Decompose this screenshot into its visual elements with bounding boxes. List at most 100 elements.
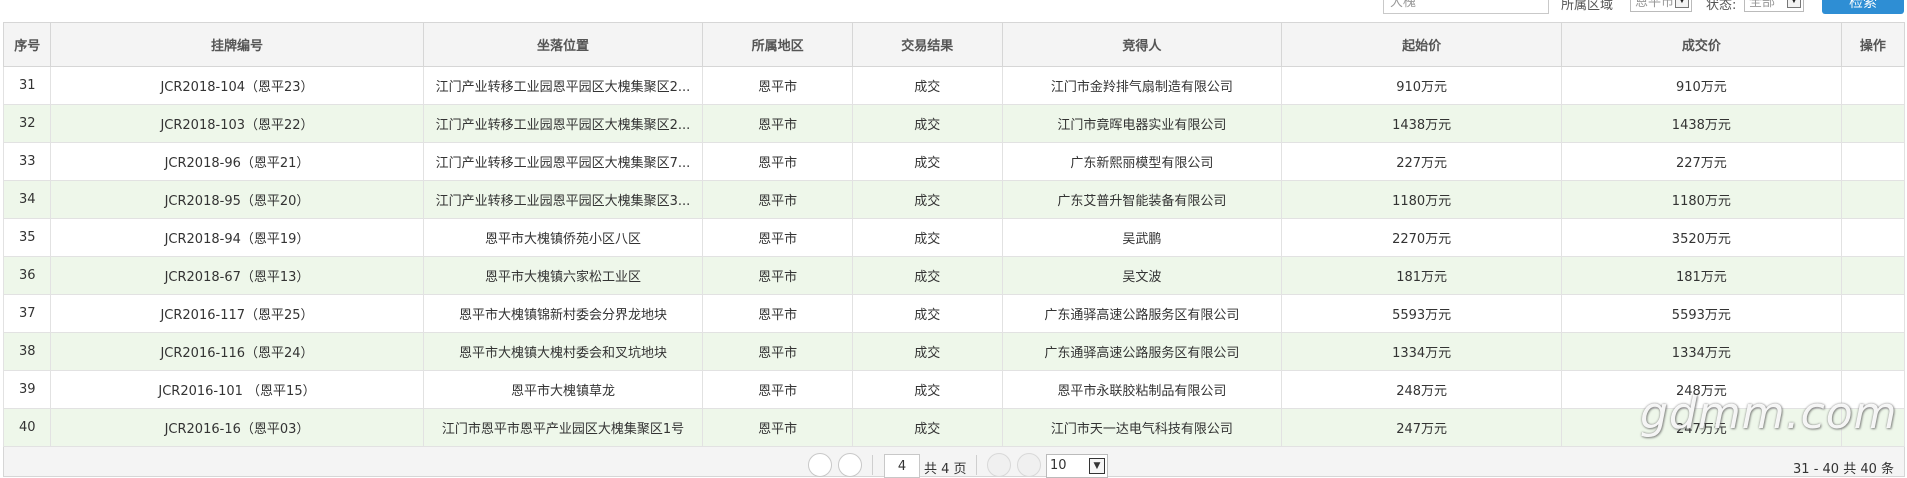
cell-area: 恩平市 (702, 180, 853, 219)
table-row[interactable]: 34 JCR2018-95（恩平20） 江门产业转移工业园恩平园区大槐集聚区3.… (2, 180, 1906, 219)
cell-location: 江门市恩平市恩平产业园区大槐集聚区1号 (422, 408, 704, 447)
cell-result: 成交 (851, 180, 1003, 219)
cell-action (1840, 66, 1906, 105)
cell-action (1840, 218, 1906, 257)
cell-start-price: 1180万元 (1281, 180, 1562, 219)
keyword-input[interactable] (1383, 0, 1549, 14)
page-size-value: 10 (1050, 458, 1067, 473)
cell-action (1840, 142, 1906, 181)
cell-start-price: 181万元 (1281, 256, 1562, 295)
cell-no: 39 (2, 370, 52, 409)
record-range-label: 31 - 40 共 40 条 (1793, 462, 1894, 477)
cell-location: 江门产业转移工业园恩平园区大槐集聚区7... (422, 142, 704, 181)
cell-winner: 广东艾普升智能装备有限公司 (1001, 180, 1283, 219)
table-row[interactable]: 39 JCR2016-101 （恩平15） 恩平市大槐镇草龙 恩平市 成交 恩平… (2, 370, 1906, 409)
cell-deal-price: 181万元 (1560, 256, 1842, 295)
cell-start-price: 1438万元 (1281, 104, 1562, 143)
header-result: 交易结果 (851, 22, 1003, 67)
cell-winner: 江门市金羚排气扇制造有限公司 (1001, 66, 1283, 105)
cell-deal-price: 5593万元 (1560, 294, 1842, 333)
header-no: 序号 (2, 22, 52, 67)
table-row[interactable]: 38 JCR2016-116（恩平24） 恩平市大槐镇大槐村委会和叉坑地块 恩平… (2, 332, 1906, 371)
cell-no: 33 (2, 142, 52, 181)
pagination-bar: 共 4 页 10 ▼ 31 - 40 共 40 条 (3, 447, 1905, 478)
cell-location: 恩平市大槐镇锦新村委会分界龙地块 (422, 294, 704, 333)
chevron-down-icon: ▼ (1675, 0, 1689, 8)
table-row[interactable]: 32 JCR2018-103（恩平22） 江门产业转移工业园恩平园区大槐集聚区2… (2, 104, 1906, 143)
last-page-button[interactable] (1017, 453, 1041, 477)
cell-winner: 江门市竟晖电器实业有限公司 (1001, 104, 1283, 143)
header-action: 操作 (1840, 22, 1906, 67)
cell-area: 恩平市 (702, 370, 853, 409)
cell-no: 40 (2, 408, 52, 447)
cell-code: JCR2018-95（恩平20） (50, 180, 424, 219)
cell-area: 恩平市 (702, 408, 853, 447)
cell-deal-price: 3520万元 (1560, 218, 1842, 257)
cell-result: 成交 (851, 294, 1003, 333)
search-button[interactable]: 检索 (1822, 0, 1904, 14)
cell-result: 成交 (851, 104, 1003, 143)
cell-action (1840, 104, 1906, 143)
table-row[interactable]: 31 JCR2018-104（恩平23） 江门产业转移工业园恩平园区大槐集聚区2… (2, 66, 1906, 105)
cell-location: 江门产业转移工业园恩平园区大槐集聚区3... (422, 180, 704, 219)
next-page-button[interactable] (987, 453, 1011, 477)
table-row[interactable]: 37 JCR2016-117（恩平25） 恩平市大槐镇锦新村委会分界龙地块 恩平… (2, 294, 1906, 333)
watermark-text: gdmm.com (1640, 388, 1898, 439)
cell-area: 恩平市 (702, 332, 853, 371)
header-winner: 竞得人 (1001, 22, 1283, 67)
cell-result: 成交 (851, 370, 1003, 409)
header-location: 坐落位置 (422, 22, 704, 67)
cell-no: 38 (2, 332, 52, 371)
header-code: 挂牌编号 (50, 22, 424, 67)
cell-deal-price: 1334万元 (1560, 332, 1842, 371)
cell-result: 成交 (851, 332, 1003, 371)
cell-no: 36 (2, 256, 52, 295)
page-number-input[interactable] (884, 454, 920, 478)
cell-winner: 广东通驿高速公路服务区有限公司 (1001, 332, 1283, 371)
first-page-button[interactable] (808, 453, 832, 477)
cell-location: 恩平市大槐镇六家松工业区 (422, 256, 704, 295)
cell-area: 恩平市 (702, 66, 853, 105)
cell-location: 恩平市大槐镇草龙 (422, 370, 704, 409)
cell-area: 恩平市 (702, 294, 853, 333)
total-pages-label: 共 4 页 (924, 462, 967, 477)
cell-result: 成交 (851, 256, 1003, 295)
cell-code: JCR2018-103（恩平22） (50, 104, 424, 143)
cell-result: 成交 (851, 142, 1003, 181)
pager-divider (872, 455, 873, 475)
table-header-row: 序号 挂牌编号 坐落位置 所属地区 交易结果 竞得人 起始价 成交价 操作 (2, 22, 1906, 67)
filter-bar: 所属区域 恩平市 ▼ 状态: 全部 ▼ 检索 (0, 0, 1907, 22)
chevron-down-icon: ▼ (1089, 458, 1105, 474)
cell-start-price: 1334万元 (1281, 332, 1562, 371)
cell-code: JCR2018-67（恩平13） (50, 256, 424, 295)
cell-deal-price: 1438万元 (1560, 104, 1842, 143)
table-row[interactable]: 40 JCR2016-16（恩平03） 江门市恩平市恩平产业园区大槐集聚区1号 … (2, 408, 1906, 447)
cell-start-price: 248万元 (1281, 370, 1562, 409)
status-label: 状态: (1706, 0, 1737, 13)
cell-location: 江门产业转移工业园恩平园区大槐集聚区2... (422, 66, 704, 105)
table-row[interactable]: 36 JCR2018-67（恩平13） 恩平市大槐镇六家松工业区 恩平市 成交 … (2, 256, 1906, 295)
cell-location: 恩平市大槐镇侨苑小区八区 (422, 218, 704, 257)
cell-start-price: 2270万元 (1281, 218, 1562, 257)
cell-winner: 吴武鹏 (1001, 218, 1283, 257)
cell-area: 恩平市 (702, 104, 853, 143)
table-row[interactable]: 35 JCR2018-94（恩平19） 恩平市大槐镇侨苑小区八区 恩平市 成交 … (2, 218, 1906, 257)
cell-no: 31 (2, 66, 52, 105)
cell-action (1840, 294, 1906, 333)
cell-area: 恩平市 (702, 142, 853, 181)
results-table: 序号 挂牌编号 坐落位置 所属地区 交易结果 竞得人 起始价 成交价 操作 31… (2, 22, 1906, 447)
cell-code: JCR2016-101 （恩平15） (50, 370, 424, 409)
cell-no: 37 (2, 294, 52, 333)
cell-deal-price: 1180万元 (1560, 180, 1842, 219)
cell-start-price: 247万元 (1281, 408, 1562, 447)
page-size-select[interactable]: 10 ▼ (1046, 454, 1108, 478)
table-row[interactable]: 33 JCR2018-96（恩平21） 江门产业转移工业园恩平园区大槐集聚区7.… (2, 142, 1906, 181)
status-select[interactable]: 全部 ▼ (1744, 0, 1804, 12)
district-select[interactable]: 恩平市 ▼ (1630, 0, 1692, 12)
prev-page-button[interactable] (838, 453, 862, 477)
cell-code: JCR2018-104（恩平23） (50, 66, 424, 105)
cell-code: JCR2018-96（恩平21） (50, 142, 424, 181)
cell-code: JCR2016-16（恩平03） (50, 408, 424, 447)
cell-code: JCR2018-94（恩平19） (50, 218, 424, 257)
pager-divider (976, 455, 977, 475)
